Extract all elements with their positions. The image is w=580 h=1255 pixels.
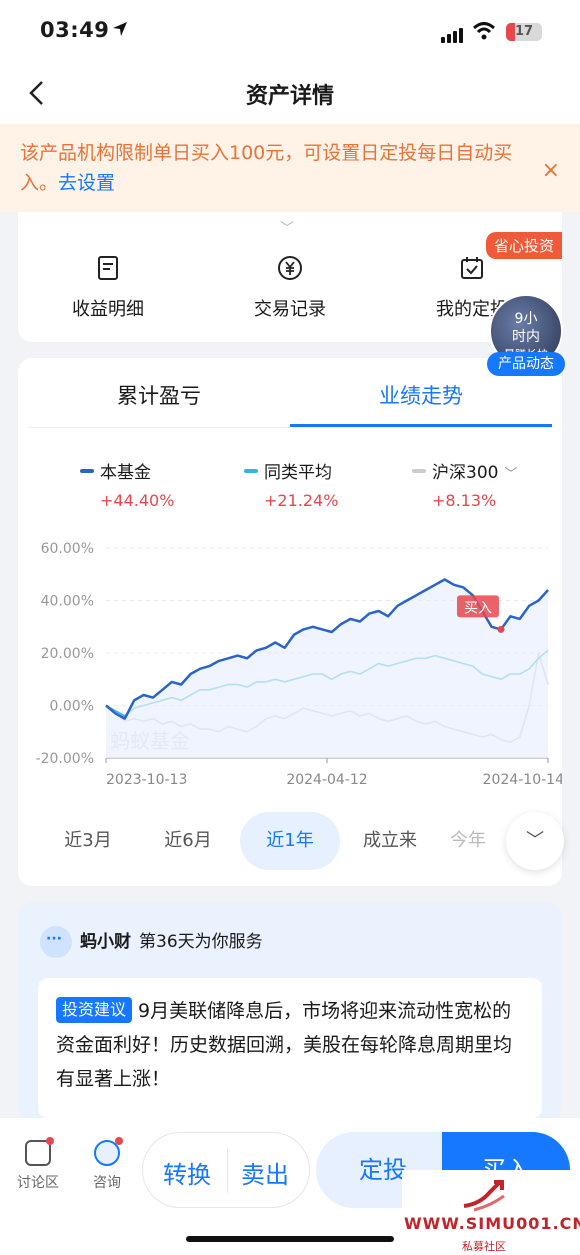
buy-marker-label: 买入 <box>464 600 492 616</box>
x-tick-label: 2023-10-13 <box>106 772 187 788</box>
y-tick-label: -20.00% <box>36 751 94 767</box>
divider <box>227 1149 228 1193</box>
discuss-label: 讨论区 <box>17 1175 59 1191</box>
x-tick-label: 2024-04-12 <box>286 772 367 788</box>
legend-value: +8.13% <box>432 491 497 510</box>
legend-name: 本基金 <box>100 463 151 483</box>
legend-swatch <box>244 469 258 473</box>
action-trade-record[interactable]: 交易记录 <box>220 254 360 321</box>
chart-tabs: 累计盈亏 业绩走势 <box>28 358 552 428</box>
close-icon[interactable]: × <box>542 156 560 186</box>
assistant-avatar-icon <box>40 926 72 958</box>
location-arrow-icon <box>113 22 127 36</box>
period-3m[interactable]: 近3月 <box>38 812 138 870</box>
period-since-inception[interactable]: 成立来 <box>340 812 440 870</box>
buy-marker-dot <box>497 625 505 633</box>
chevron-down-icon[interactable]: ﹀ <box>504 467 517 482</box>
consult-label: 咨询 <box>93 1175 121 1191</box>
site-watermark: WWW.SIMU001.CN 私募社区 <box>402 1170 580 1255</box>
period-6m[interactable]: 近6月 <box>138 812 238 870</box>
document-icon <box>98 256 118 280</box>
battery-level: 17 <box>514 24 534 39</box>
thumb-line: 时内 <box>512 329 540 345</box>
assistant-subtitle: 第36天为你服务 <box>139 932 263 952</box>
status-bar: 03:49 17 <box>0 0 580 64</box>
legend-peer-average: 同类平均 +21.24% <box>244 458 338 510</box>
thumb-line: 9小 <box>514 311 538 327</box>
status-time: 03:49 <box>40 18 110 42</box>
floating-product-news[interactable]: 9小 时内 暴赚长护 产品动态 <box>487 294 565 382</box>
advice-tag: 投资建议 <box>56 997 133 1023</box>
watermark-subtitle: 私募社区 <box>462 1240 506 1253</box>
chat-bubble-icon <box>25 1137 54 1166</box>
advice-message[interactable]: 投资建议 9月美联储降息后，市场将迎来流动性宽松的资金面利好！历史数据回溯，美股在… <box>38 978 542 1118</box>
wifi-icon <box>473 22 495 40</box>
watermark-logo-icon <box>463 1180 505 1212</box>
tab-performance-trend[interactable]: 业绩走势 <box>290 380 552 410</box>
assistant-name: 蚂小财 <box>80 932 131 952</box>
consult-button[interactable]: 咨询 <box>82 1137 132 1192</box>
legend-fund: 本基金 +44.40% <box>80 458 174 510</box>
performance-card: 累计盈亏 业绩走势 本基金 +44.40% 同类平均 +21.24% 沪深300… <box>18 358 564 886</box>
legend-name: 沪深300 <box>432 463 499 483</box>
legend-swatch <box>80 469 94 473</box>
x-tick-label: 2024-10-14 <box>483 772 562 788</box>
page-title: 资产详情 <box>245 84 334 109</box>
battery-icon: 17 <box>506 23 542 41</box>
nav-bar: 资产详情 <box>0 64 580 124</box>
y-tick-label: 20.00% <box>41 646 94 662</box>
promo-badge[interactable]: 省心投资 <box>485 232 562 259</box>
ai-advice-card: 蚂小财第36天为你服务 投资建议9月美联储降息后，市场将迎来流动性宽松的资金面利… <box>18 902 562 1122</box>
chevron-down-icon[interactable]: ﹀ <box>280 218 294 238</box>
discuss-button[interactable]: 讨论区 <box>13 1137 63 1192</box>
legend-csi300[interactable]: 沪深300 ﹀ +8.13% <box>412 458 517 510</box>
yen-circle-icon <box>278 256 302 280</box>
legend-value: +21.24% <box>264 491 339 510</box>
performance-line-chart[interactable]: 60.00% 40.00% 20.00% 0.00% -20.00% 2023-10-13… <box>18 528 562 798</box>
action-label: 交易记录 <box>254 299 326 320</box>
product-news-pill: 产品动态 <box>487 352 565 376</box>
notice-settings-link[interactable]: 去设置 <box>58 172 115 194</box>
convert-sell-group: 转换 卖出 <box>142 1132 310 1208</box>
period-1y[interactable]: 近1年 <box>240 812 340 870</box>
period-ytd[interactable]: 今年 <box>438 812 498 870</box>
active-tab-indicator <box>290 424 552 427</box>
tab-cumulative-pnl[interactable]: 累计盈亏 <box>28 380 290 410</box>
limit-notice-banner: 该产品机构限制单日买入100元，可设置日定投每日自动买入。去设置 × <box>0 124 580 212</box>
sell-button[interactable]: 卖出 <box>241 1155 289 1190</box>
watermark-url: WWW.SIMU001.CN <box>404 1214 580 1233</box>
action-income-detail[interactable]: 收益明细 <box>38 254 178 321</box>
calendar-icon <box>461 257 483 279</box>
legend-name: 同类平均 <box>264 463 332 483</box>
assistant-avatar-icon <box>94 1137 123 1166</box>
y-tick-label: 0.00% <box>50 699 94 715</box>
cellular-signal-icon <box>441 24 465 43</box>
quick-actions-card: ﹀ 收益明细 交易记录 我的定投 省心投资 <box>18 212 562 342</box>
legend-swatch <box>412 469 426 473</box>
convert-button[interactable]: 转换 <box>163 1155 211 1190</box>
period-selector: 近3月 近6月 近1年 成立来 今年 ﹀ <box>18 812 564 870</box>
y-tick-label: 40.00% <box>41 594 94 610</box>
home-indicator <box>186 1236 394 1242</box>
legend-value: +44.40% <box>100 491 175 510</box>
action-label: 收益明细 <box>72 299 144 320</box>
y-tick-label: 60.00% <box>41 541 94 557</box>
chevron-down-icon[interactable]: ﹀ <box>506 812 564 870</box>
ai-header: 蚂小财第36天为你服务 <box>40 926 263 958</box>
